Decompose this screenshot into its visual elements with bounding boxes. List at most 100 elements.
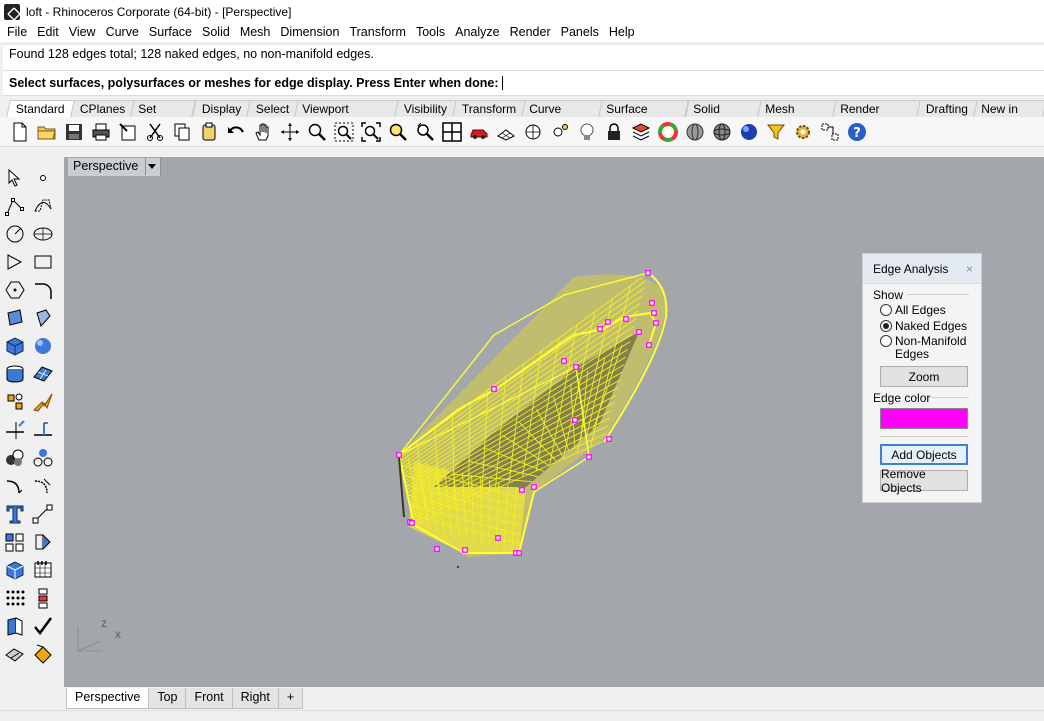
fillet-curve-icon[interactable] — [31, 278, 55, 302]
add-objects-button[interactable]: Add Objects — [880, 444, 968, 465]
tab-perspective[interactable]: Perspective — [66, 688, 150, 709]
radio-button[interactable] — [880, 304, 892, 316]
four-viewports-icon[interactable] — [441, 121, 463, 143]
close-icon[interactable]: × — [966, 262, 973, 276]
tab-viewport-layout[interactable]: Viewport Layout — [294, 100, 399, 132]
menu-tools[interactable]: Tools — [411, 23, 450, 42]
grid-icon[interactable] — [495, 121, 517, 143]
group-icon[interactable] — [3, 446, 27, 470]
command-prompt[interactable]: Select surfaces, polysurfaces or meshes … — [3, 70, 1044, 96]
extrude-surface-icon[interactable] — [31, 306, 55, 330]
save-icon[interactable] — [63, 121, 85, 143]
trim-icon[interactable] — [3, 418, 27, 442]
options-icon[interactable] — [765, 121, 787, 143]
blend-curve-icon[interactable] — [31, 474, 55, 498]
new-file-icon[interactable] — [9, 121, 31, 143]
cplane-icon[interactable] — [522, 121, 544, 143]
control-point-grid-icon[interactable] — [31, 558, 55, 582]
dimension-stack-icon[interactable] — [31, 586, 55, 610]
tab-cplanes[interactable]: CPlanes — [69, 100, 135, 117]
light-bulb-icon[interactable] — [576, 121, 598, 143]
menu-render[interactable]: Render — [505, 23, 556, 42]
help-icon[interactable]: ? — [846, 121, 868, 143]
zoom-button[interactable]: Zoom — [880, 366, 968, 387]
mesh-plane-icon[interactable] — [31, 362, 55, 386]
radio-non-manifold-edges[interactable]: Non-Manifold Edges — [880, 335, 966, 361]
tab-drafting[interactable]: Drafting — [916, 100, 978, 117]
point-grid-icon[interactable] — [3, 586, 27, 610]
tab-set-view[interactable]: Set View — [130, 100, 197, 132]
extend-icon[interactable] — [31, 418, 55, 442]
mirror-icon[interactable] — [31, 530, 55, 554]
radio-button-selected[interactable] — [880, 320, 892, 332]
menu-transform[interactable]: Transform — [344, 23, 411, 42]
polyline-icon[interactable] — [3, 194, 27, 218]
menu-file[interactable]: File — [2, 23, 32, 42]
radio-all-edges[interactable]: All Edges — [880, 304, 946, 317]
fillet-edge-icon[interactable] — [3, 474, 27, 498]
open-folder-icon[interactable] — [36, 121, 58, 143]
rotate-view-icon[interactable] — [279, 121, 301, 143]
tab-render-tools[interactable]: Render Tools — [831, 100, 921, 132]
menu-analyze[interactable]: Analyze — [450, 23, 504, 42]
wireframe-sphere-icon[interactable] — [684, 121, 706, 143]
surface-from-points-icon[interactable] — [3, 306, 27, 330]
boolean-union-icon[interactable] — [3, 558, 27, 582]
tab-front[interactable]: Front — [185, 688, 233, 709]
car-icon[interactable] — [468, 121, 490, 143]
tab-curve-tools[interactable]: Curve Tools — [521, 100, 604, 132]
tab-solid-tools[interactable]: Solid Tools — [685, 100, 762, 132]
add-viewport-tab[interactable]: + — [277, 688, 304, 709]
menu-help[interactable]: Help — [604, 23, 640, 42]
circle-icon[interactable] — [3, 222, 27, 246]
gear-icon[interactable] — [792, 121, 814, 143]
ungroup-icon[interactable] — [31, 446, 55, 470]
menu-dimension[interactable]: Dimension — [275, 23, 344, 42]
print-icon[interactable] — [90, 121, 112, 143]
tab-right[interactable]: Right — [231, 688, 279, 709]
color-wheel-icon[interactable] — [657, 121, 679, 143]
rectangle-icon[interactable] — [31, 250, 55, 274]
box-solid-icon[interactable] — [3, 334, 27, 358]
zoom-dynamic-icon[interactable] — [333, 121, 355, 143]
rendered-sphere-icon[interactable] — [738, 121, 760, 143]
tab-surface-tools[interactable]: Surface Tools — [598, 100, 690, 132]
check-icon[interactable] — [31, 614, 55, 638]
edge-color-swatch[interactable] — [880, 408, 968, 429]
undo-icon[interactable] — [225, 121, 247, 143]
lock-icon[interactable] — [603, 121, 625, 143]
selection-tool-icon[interactable] — [819, 121, 841, 143]
point-icon[interactable] — [549, 121, 571, 143]
menu-surface[interactable]: Surface — [144, 23, 197, 42]
cut-icon[interactable] — [144, 121, 166, 143]
layers-icon[interactable] — [630, 121, 652, 143]
tab-new-in-v5[interactable]: New in V5 — [973, 100, 1044, 132]
zoom-window-icon[interactable] — [306, 121, 328, 143]
tab-transform[interactable]: Transform — [452, 100, 527, 117]
ellipse-icon[interactable] — [31, 222, 55, 246]
menu-view[interactable]: View — [64, 23, 101, 42]
tab-visibility[interactable]: Visibility — [394, 100, 457, 117]
menu-solid[interactable]: Solid — [197, 23, 235, 42]
menu-curve[interactable]: Curve — [101, 23, 144, 42]
rotate-camera-icon[interactable] — [414, 121, 436, 143]
paint-bucket-icon[interactable] — [31, 642, 55, 666]
array-icon[interactable] — [3, 530, 27, 554]
radio-button[interactable] — [880, 335, 892, 347]
pan-hand-icon[interactable] — [252, 121, 274, 143]
flow-along-curve-icon[interactable] — [3, 614, 27, 638]
select-arrow-icon[interactable] — [3, 166, 27, 190]
tab-standard[interactable]: Standard — [6, 100, 75, 117]
zoom-extents-icon[interactable] — [360, 121, 382, 143]
arc-icon[interactable] — [3, 250, 27, 274]
explode-icon[interactable] — [3, 390, 27, 414]
sphere-solid-icon[interactable] — [31, 334, 55, 358]
tab-display[interactable]: Display — [191, 100, 251, 117]
menu-edit[interactable]: Edit — [32, 23, 64, 42]
render-objects-icon[interactable] — [3, 642, 27, 666]
menu-mesh[interactable]: Mesh — [235, 23, 276, 42]
paste-icon[interactable] — [198, 121, 220, 143]
tab-top[interactable]: Top — [148, 688, 187, 709]
radio-naked-edges[interactable]: Naked Edges — [880, 320, 967, 333]
split-icon[interactable] — [31, 390, 55, 414]
